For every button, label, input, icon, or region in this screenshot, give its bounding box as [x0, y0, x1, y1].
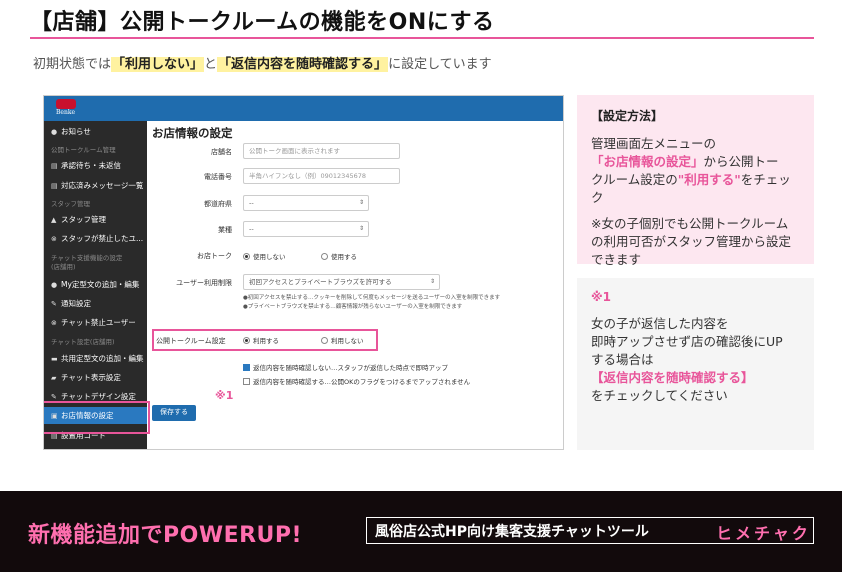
talk-radio-yes[interactable]: 使用する: [321, 251, 357, 261]
sidebar-item-display[interactable]: ▰ チャット表示設定: [44, 369, 147, 386]
chevron-updown-icon: ⇕: [358, 199, 364, 206]
sidebar-item-notification[interactable]: ✎ 通知設定: [44, 295, 147, 312]
info-icon: ●: [51, 128, 58, 136]
public-talk-label: 公開トークルーム設定: [156, 337, 226, 345]
sidebar-category: 公開トークルーム管理: [51, 146, 116, 154]
page-title: 【店舗】公開トークルームの機能をONにする: [30, 10, 495, 35]
footer-title: 新機能追加でPOWERUP!: [28, 523, 303, 548]
form-title: お店情報の設定: [152, 126, 233, 140]
note-panel: ※1 女の子が返信した内容を 即時アップさせず店の確認後にUP する場合は 【返…: [577, 278, 814, 450]
method-panel: 【設定方法】 管理画面左メニューの 「お店情報の設定」から公開トー クルーム設定…: [577, 95, 814, 267]
industry-label: 業種: [218, 226, 232, 234]
phone-input[interactable]: 半角ハイフンなし（例）09012345678: [243, 168, 400, 184]
radio-icon: [243, 253, 250, 260]
user-icon: ▲: [51, 216, 57, 224]
sidebar-item-news[interactable]: ● お知らせ: [44, 123, 147, 140]
radio-icon: [243, 337, 250, 344]
chat-icon: ●: [51, 281, 58, 289]
block-icon: ⊗: [51, 319, 57, 327]
method-text: 管理画面左メニューの 「お店情報の設定」から公開トー クルーム設定の"利用する"…: [591, 136, 792, 267]
sidebar-item-blocked-users[interactable]: ⊗ チャット禁止ユーザー: [44, 314, 147, 331]
sidebar-item-my-phrases[interactable]: ● My定型文の追加・編集: [44, 276, 147, 293]
sidebar-category: チャット設定(店舗用): [51, 338, 115, 346]
footer-brand-logo: ヒメチャク: [716, 524, 811, 543]
save-button[interactable]: 保存する: [152, 405, 196, 421]
chat-icon: ▬: [51, 355, 58, 363]
public-radio-use[interactable]: 利用する: [243, 335, 279, 345]
talk-radio-no[interactable]: 使用しない: [243, 251, 286, 261]
tag-icon: ▰: [51, 374, 57, 382]
admin-topbar: Benke: [44, 96, 563, 121]
shop-name-label: 店舗名: [211, 148, 232, 156]
footer-subtitle: 風俗店公式HP向け集客支援チャットツール: [375, 524, 649, 540]
sidebar-category: (店舗用): [51, 263, 76, 271]
highlight-not-use: 「利用しない」: [111, 57, 205, 72]
public-radio-not-use[interactable]: 利用しない: [321, 335, 364, 345]
intro-text: 初期状態では「利用しない」と「返信内容を随時確認する」に設定しています: [33, 57, 492, 72]
sidebar-category: チャット支援機能の設定: [51, 254, 123, 262]
method-heading: 【設定方法】: [591, 109, 664, 123]
list-icon: ▤: [51, 182, 58, 190]
shop-settings-form: お店情報の設定 店舗名 公開トーク画面に表示されます 電話番号 半角ハイフンなし…: [147, 121, 563, 449]
sidebar-item-staff[interactable]: ▲ スタッフ管理: [44, 211, 147, 228]
highlight-confirm: 「返信内容を随時確認する」: [217, 57, 389, 72]
wrench-icon: ✎: [51, 300, 57, 308]
list-icon: ▤: [51, 162, 58, 170]
title-divider: [30, 37, 814, 39]
radio-icon: [321, 253, 328, 260]
phone-label: 電話番号: [204, 173, 232, 181]
note-mark: ※1: [215, 389, 234, 402]
industry-select[interactable]: -- ⇕: [243, 221, 369, 237]
checkbox-icon: [243, 378, 250, 385]
brand-logo[interactable]: Benke: [52, 98, 80, 118]
user-limit-select[interactable]: 初回アクセスとプライベートブラウズを許可する ⇕: [243, 274, 440, 290]
shop-name-input[interactable]: 公開トーク画面に表示されます: [243, 143, 400, 159]
limit-note-1: ●初回アクセスを禁止する…クッキーを削除して何度もメッセージを送るユーザーの入室…: [243, 295, 501, 301]
chevron-updown-icon: ⇕: [429, 278, 435, 285]
talk-label: お店トーク: [197, 252, 232, 260]
note-heading: ※1: [591, 290, 612, 304]
bow-icon: [56, 99, 76, 109]
limit-note-2: ●プライベートブラウズを禁止する…顧客情報が残らないユーザーの入室を制限できます: [243, 304, 463, 310]
sidebar-category: スタッフ管理: [51, 200, 90, 208]
note-text: 女の子が返信した内容を 即時アップさせず店の確認後にUP する場合は 【返信内容…: [591, 316, 783, 403]
prefecture-select[interactable]: -- ⇕: [243, 195, 369, 211]
sidebar-item-shared-phrases[interactable]: ▬ 共用定型文の追加・編集: [44, 350, 147, 367]
user-limit-label: ユーザー利用制限: [176, 279, 232, 287]
block-icon: ⊗: [51, 235, 57, 243]
admin-screenshot: Benke ● お知らせ 公開トークルーム管理 ▤ 承認待ち・未返信 ▤ 対応済みメッ…: [43, 95, 564, 450]
sidebar-item-handled[interactable]: ▤ 対応済みメッセージ一覧: [44, 177, 147, 194]
footer-banner: 新機能追加でPOWERUP! 風俗店公式HP向け集客支援チャットツール ヒメチャ…: [0, 491, 842, 572]
confirm-option-off[interactable]: 返信内容を随時確認しない…スタッフが返信した時点で即時アップ: [243, 362, 448, 372]
chevron-updown-icon: ⇕: [358, 225, 364, 232]
sidebar-item-staff-blocked[interactable]: ⊗ スタッフが禁止したユ...: [44, 230, 147, 247]
radio-icon: [321, 337, 328, 344]
prefecture-label: 都道府県: [204, 200, 232, 208]
sidebar-item-pending[interactable]: ▤ 承認待ち・未返信: [44, 157, 147, 174]
checkbox-icon: [243, 364, 250, 371]
shop-info-highlight: [44, 401, 150, 434]
confirm-option-on[interactable]: 返信内容を随時確認する…公開OKのフラグをつけるまでアップされません: [243, 376, 470, 386]
footer-tagline-box: 風俗店公式HP向け集客支援チャットツール ヒメチャク: [366, 517, 814, 544]
